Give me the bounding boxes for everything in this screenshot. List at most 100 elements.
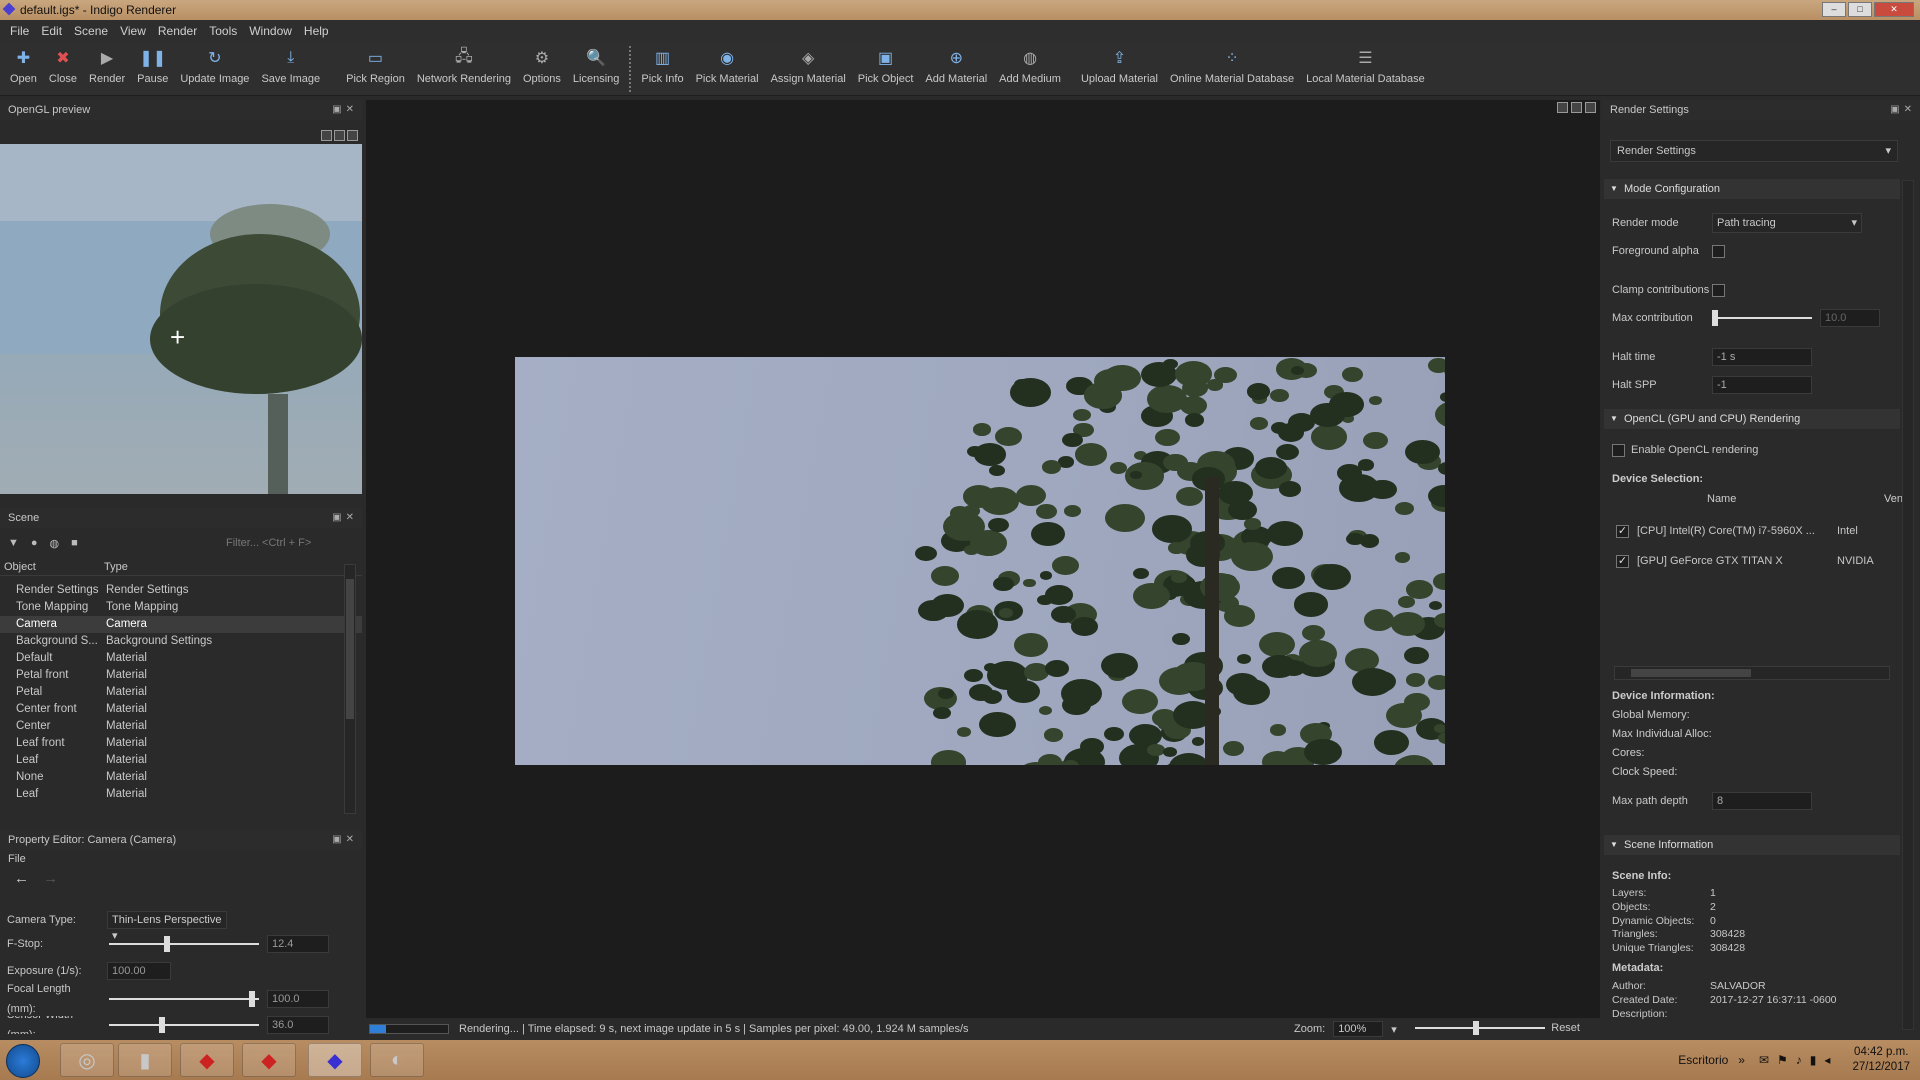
viewport-mode-icons[interactable] — [1557, 102, 1596, 113]
scene-row[interactable]: Camera Camera — [0, 616, 362, 633]
cube-icon[interactable]: ■ — [71, 537, 78, 549]
column-object[interactable]: Object — [4, 558, 104, 575]
scene-row[interactable]: Leaf Material — [0, 786, 362, 803]
max-contribution-spinbox[interactable]: 10.0 — [1820, 309, 1880, 327]
scene-row[interactable]: Petal Material — [0, 684, 362, 701]
device-checkbox[interactable] — [1616, 524, 1629, 538]
collapse-icon[interactable]: ▼ — [8, 537, 19, 549]
bulb-icon[interactable]: ◍ — [50, 537, 60, 550]
assign-material-button[interactable]: ◈ Assign Material — [765, 42, 852, 85]
maximize-button[interactable]: □ — [1848, 2, 1872, 17]
panel-float-close-icons[interactable]: ▣✕ — [1890, 100, 1916, 120]
paint-taskbar-icon[interactable]: ◐ — [370, 1043, 424, 1077]
close-window-button[interactable]: ✕ — [1874, 2, 1914, 17]
pick-region-button[interactable]: ▭ Pick Region — [340, 42, 411, 85]
update-image-button[interactable]: ↻ Update Image — [174, 42, 255, 85]
device-row[interactable]: [CPU] Intel(R) Core(TM) i7-5960X ...Inte… — [1616, 520, 1876, 542]
halt-time-spinbox[interactable]: -1 s — [1712, 348, 1812, 366]
enable-opencl-checkbox[interactable] — [1612, 443, 1625, 457]
sketchup-layout-taskbar-icon[interactable]: ◆ — [242, 1043, 296, 1077]
zoom-input[interactable]: 100% — [1333, 1021, 1384, 1037]
scene-information-section[interactable]: Scene Information — [1604, 835, 1900, 855]
foreground-alpha-checkbox[interactable] — [1712, 244, 1725, 258]
clamp-contributions-checkbox[interactable] — [1712, 283, 1725, 297]
scene-row[interactable]: None Material — [0, 769, 362, 786]
menu-view[interactable]: View — [114, 24, 152, 38]
desktop-toolbar-label[interactable]: Escritorio — [1678, 1053, 1728, 1067]
pick-material-button[interactable]: ◉ Pick Material — [690, 42, 765, 85]
mode-configuration-section[interactable]: Mode Configuration — [1604, 179, 1900, 199]
menu-window[interactable]: Window — [243, 24, 298, 38]
menu-file[interactable]: File — [4, 24, 35, 38]
opencl-section[interactable]: OpenCL (GPU and CPU) Rendering — [1604, 409, 1900, 429]
scene-row[interactable]: Default Material — [0, 650, 362, 667]
options-button[interactable]: ⚙ Options — [517, 42, 567, 85]
halt-spp-spinbox[interactable]: -1 — [1712, 376, 1812, 394]
scene-row[interactable]: Background S... Background Settings — [0, 633, 362, 650]
sensor-width-spinbox[interactable]: 36.0 — [267, 1016, 329, 1034]
property-file-menu[interactable]: File — [0, 850, 362, 868]
menu-edit[interactable]: Edit — [35, 24, 68, 38]
zoom-slider[interactable] — [1414, 1021, 1545, 1037]
upload-material-button[interactable]: ⇪ Upload Material — [1075, 42, 1164, 85]
close-button[interactable]: ✖ Close — [43, 42, 83, 85]
pause-button[interactable]: ❚❚ Pause — [131, 42, 174, 85]
scene-row[interactable]: Leaf front Material — [0, 735, 362, 752]
menu-tools[interactable]: Tools — [203, 24, 243, 38]
opengl-viewport[interactable]: + — [0, 130, 362, 494]
render-mode-select[interactable]: Path tracing ▾ — [1712, 213, 1862, 233]
scene-row[interactable]: Center Material — [0, 718, 362, 735]
minimize-button[interactable]: – — [1822, 2, 1846, 17]
chrome-taskbar-icon[interactable]: ◎ — [60, 1043, 114, 1077]
scene-scrollbar[interactable] — [344, 564, 356, 814]
start-button[interactable] — [6, 1044, 40, 1078]
tray-expand-icon[interactable]: » — [1738, 1053, 1745, 1067]
licensing-button[interactable]: 🔍 Licensing — [567, 42, 625, 85]
local-material-database-button[interactable]: ☰ Local Material Database — [1300, 42, 1431, 85]
save-image-button[interactable]: ⤓ Save Image — [255, 42, 326, 85]
add-medium-button[interactable]: ◍ Add Medium — [993, 42, 1067, 85]
fstop-slider[interactable] — [109, 934, 259, 954]
render-image[interactable] — [515, 357, 1445, 765]
device-row[interactable]: [GPU] GeForce GTX TITAN XNVIDIA — [1616, 550, 1876, 572]
focal-length-spinbox[interactable]: 100.0 — [267, 990, 329, 1008]
column-type[interactable]: Type — [104, 558, 128, 575]
focal-length-slider[interactable] — [109, 989, 259, 1009]
menu-scene[interactable]: Scene — [68, 24, 114, 38]
render-settings-scrollbar[interactable] — [1902, 180, 1914, 1030]
panel-float-close-icons[interactable]: ▣✕ — [332, 508, 358, 528]
exposure-spinbox[interactable]: 100.00 — [107, 962, 171, 980]
scene-row[interactable]: Petal front Material — [0, 667, 362, 684]
online-material-database-button[interactable]: ⁘ Online Material Database — [1164, 42, 1300, 85]
network-rendering-button[interactable]: 🖧 Network Rendering — [411, 42, 517, 86]
scene-row[interactable]: Center front Material — [0, 701, 362, 718]
zoom-dropdown-icon[interactable]: ▾ — [1391, 1023, 1397, 1036]
max-path-depth-spinbox[interactable]: 8 — [1712, 792, 1812, 810]
sensor-width-slider[interactable] — [109, 1016, 259, 1034]
open-button[interactable]: ✚ Open — [4, 42, 43, 85]
render-viewport[interactable] — [366, 100, 1600, 1018]
reset-zoom-button[interactable]: Reset — [1551, 1022, 1580, 1034]
max-contribution-slider[interactable] — [1712, 308, 1812, 328]
device-checkbox[interactable] — [1616, 554, 1629, 568]
render-button[interactable]: ▶ Render — [83, 42, 131, 85]
panel-float-close-icons[interactable]: ▣✕ — [332, 100, 358, 120]
fstop-spinbox[interactable]: 12.4 — [267, 935, 329, 953]
menu-render[interactable]: Render — [152, 24, 203, 38]
filter-input[interactable]: Filter... <Ctrl + F> — [222, 534, 352, 552]
settings-preset-select[interactable]: Render Settings ▾ — [1610, 140, 1898, 162]
back-arrow-icon[interactable]: ← — [14, 870, 29, 887]
scene-row[interactable]: Render Settings Render Settings — [0, 582, 362, 599]
explorer-taskbar-icon[interactable]: ▮ — [118, 1043, 172, 1077]
clock[interactable]: 04:42 p.m. 27/12/2017 — [1852, 1045, 1910, 1075]
column-name[interactable]: Name — [1707, 493, 1736, 505]
scene-row[interactable]: Leaf Material — [0, 752, 362, 769]
sketchup-taskbar-icon[interactable]: ◆ — [180, 1043, 234, 1077]
camera-type-select[interactable]: Thin-Lens Perspective ▾ — [107, 911, 227, 942]
pick-info-button[interactable]: ▥ Pick Info — [635, 42, 689, 85]
device-table-hscroll[interactable] — [1614, 666, 1890, 680]
viewport-mode-icons[interactable] — [321, 130, 358, 141]
indigo-taskbar-icon[interactable]: ◆ — [308, 1043, 362, 1077]
pick-object-button[interactable]: ▣ Pick Object — [852, 42, 920, 85]
forward-arrow-icon[interactable]: → — [43, 870, 58, 887]
